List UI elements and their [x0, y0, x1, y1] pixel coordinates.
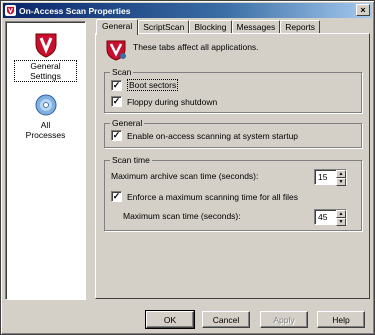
nav-item-general-settings[interactable]: General Settings — [8, 32, 83, 82]
tab-reports[interactable]: Reports — [280, 20, 321, 34]
cancel-button[interactable]: Cancel — [202, 311, 250, 328]
group-title: General — [110, 117, 145, 129]
enable-startup-option[interactable]: ✓ Enable on-access scanning at system st… — [111, 130, 298, 141]
group-title: Scan time — [110, 154, 152, 166]
shield-v-icon — [106, 40, 126, 61]
intro: These tabs affect all applications. — [105, 39, 259, 61]
help-button[interactable]: Help — [317, 311, 365, 328]
boot-sectors-option[interactable]: ✓ Boot sectors — [111, 79, 179, 91]
max-scan-spinner[interactable]: 45 ▲ ▼ — [314, 209, 347, 226]
nav-label: General Settings — [14, 60, 77, 82]
max-archive-label: Maximum archive scan time (seconds): — [111, 171, 259, 181]
intro-text: These tabs affect all applications. — [133, 42, 259, 52]
checkbox-label: Enforce a maximum scanning time for all … — [127, 191, 299, 202]
close-button[interactable]: × — [356, 4, 370, 16]
max-archive-label-row: Maximum archive scan time (seconds): — [111, 171, 258, 181]
boot-sectors-checkbox[interactable]: ✓ — [111, 79, 122, 91]
nav-label: All Processes — [25, 120, 66, 140]
cd-disc-icon — [35, 94, 56, 116]
tab-strip: General ScriptScan Blocking Messages Rep… — [96, 17, 321, 35]
checkbox-label: Enable on-access scanning at system star… — [127, 130, 299, 141]
tab-general[interactable]: General — [96, 19, 139, 35]
general-tab-panel: These tabs affect all applications. Scan… — [95, 33, 370, 299]
window-title: On-Access Scan Properties — [19, 5, 131, 16]
ok-button[interactable]: OK — [145, 310, 195, 329]
max-scan-label-row: Maximum scan time (seconds): — [123, 211, 241, 221]
floppy-checkbox[interactable]: ✓ — [111, 96, 122, 107]
checkbox-label: Floppy during shutdown — [127, 96, 218, 107]
title-bar[interactable]: On-Access Scan Properties × — [3, 3, 372, 18]
general-group: General ✓ Enable on-access scanning at s… — [104, 117, 362, 148]
max-scan-label: Maximum scan time (seconds): — [123, 211, 241, 221]
shield-v-icon — [35, 33, 56, 58]
scan-time-group: Scan time Maximum archive scan time (sec… — [104, 154, 362, 231]
tab-scriptscan[interactable]: ScriptScan — [138, 20, 190, 34]
spin-up-arrow-icon[interactable]: ▲ — [336, 170, 346, 178]
enforce-checkbox[interactable]: ✓ — [111, 191, 122, 202]
tab-blocking[interactable]: Blocking — [189, 20, 232, 34]
spin-up-arrow-icon[interactable]: ▲ — [336, 210, 346, 218]
category-list[interactable]: General Settings All Processes — [5, 21, 86, 300]
mcafee-shield-icon — [5, 5, 16, 16]
max-scan-value[interactable]: 45 — [315, 210, 336, 224]
checkbox-label: Boot sectors — [127, 79, 179, 91]
nav-item-all-processes[interactable]: All Processes — [8, 92, 83, 140]
enable-startup-checkbox[interactable]: ✓ — [111, 130, 122, 141]
tab-messages[interactable]: Messages — [231, 20, 281, 34]
apply-button[interactable]: Apply — [260, 311, 308, 328]
spin-down-arrow-icon[interactable]: ▼ — [336, 218, 346, 226]
scan-group: Scan ✓ Boot sectors ✓ Floppy during shut… — [104, 66, 362, 113]
max-archive-value[interactable]: 15 — [315, 170, 336, 184]
group-title: Scan — [110, 66, 134, 78]
max-archive-spinner[interactable]: 15 ▲ ▼ — [314, 169, 347, 186]
floppy-option[interactable]: ✓ Floppy during shutdown — [111, 96, 217, 107]
spin-down-arrow-icon[interactable]: ▼ — [336, 178, 346, 186]
dialog-window: On-Access Scan Properties × General Setti… — [0, 0, 375, 335]
enforce-option[interactable]: ✓ Enforce a maximum scanning time for al… — [111, 191, 298, 202]
